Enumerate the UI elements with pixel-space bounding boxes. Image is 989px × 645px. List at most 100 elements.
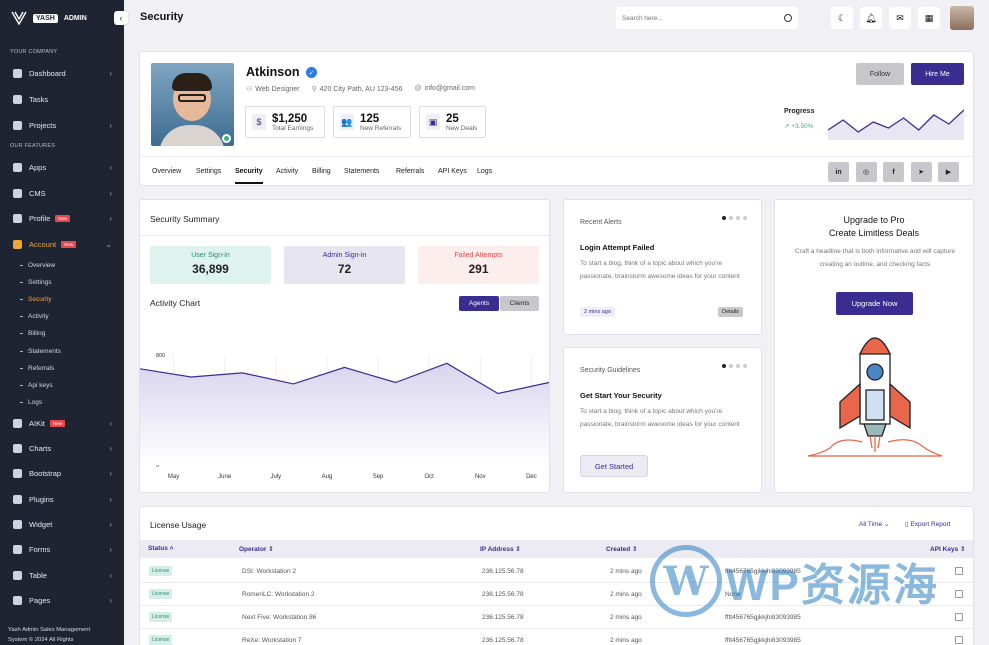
account-icon (13, 239, 22, 249)
telegram-icon[interactable]: ➤ (910, 162, 932, 182)
sort-icon: ⇕ (266, 546, 274, 553)
sidebar-subitem-billing[interactable]: Billing (20, 330, 45, 337)
follow-button[interactable]: Follow (856, 63, 904, 85)
column-header-status[interactable]: Status ˄ (148, 545, 173, 552)
sidebar-subitem-referrals[interactable]: Referrals (20, 365, 54, 372)
facebook-icon[interactable]: f (883, 162, 904, 182)
hire-me-button[interactable]: Hire Me (911, 63, 964, 85)
stat-label: New Deals (446, 124, 478, 132)
instagram-icon[interactable]: ◎ (855, 162, 877, 182)
sort-icon: ⇕ (513, 546, 521, 553)
calendar-icon[interactable]: ▦ (918, 7, 940, 29)
alert-title: Login Attempt Failed (580, 243, 655, 252)
sidebar-item-apps[interactable]: Apps › (0, 159, 124, 175)
column-header-operator[interactable]: Operator ⇕ (239, 545, 274, 553)
x-tick-label: June (218, 474, 232, 480)
sidebar-item-charts[interactable]: Charts › (0, 440, 124, 456)
sidebar: YASH ADMIN YOUR COMPANY OUR FEATURES Yas… (0, 0, 124, 645)
total-earnings-icon: $ (252, 114, 266, 130)
sidebar-subitem-statements[interactable]: Statements (20, 348, 61, 355)
summary-box-value: 36,899 (192, 262, 229, 276)
carousel-dots[interactable] (722, 364, 747, 368)
search-icon[interactable] (784, 14, 792, 22)
logo[interactable]: YASH ADMIN (11, 11, 87, 25)
sidebar-item-widget[interactable]: Widget › (0, 516, 124, 532)
x-tick-label: Sep (373, 474, 384, 480)
topbar: ‹ Security ☾ 🔔︎ ✉ ▦ (114, 0, 989, 38)
moon-icon[interactable]: ☾ (831, 7, 853, 29)
copy-icon[interactable] (955, 590, 963, 598)
sidebar-item-cms[interactable]: CMS › (0, 185, 124, 201)
tab-settings[interactable]: Settings (196, 168, 221, 175)
upgrade-body: Craft a headline that is both informativ… (794, 248, 956, 268)
copy-icon[interactable] (955, 613, 963, 621)
sidebar-subitem-overview[interactable]: Overview (20, 262, 55, 269)
bootstrap-icon (13, 468, 22, 478)
column-header-ip-address[interactable]: IP Address ⇕ (480, 545, 521, 553)
upgrade-now-button[interactable]: Upgrade Now (836, 292, 913, 315)
stat-new-deals: ▣ 25 New Deals (419, 106, 486, 138)
avatar[interactable] (950, 6, 974, 30)
filter-label: All Time (859, 521, 883, 528)
export-report-button[interactable]: ▯ Export Report (905, 520, 951, 528)
tab-billing[interactable]: Billing (312, 168, 331, 175)
profile-email[interactable]: @ info@gmail.com (415, 85, 475, 93)
license-badge: License (149, 566, 173, 576)
sidebar-subitem-security[interactable]: Security (20, 296, 51, 303)
sidebar-item-label: Bootstrap (29, 468, 62, 478)
sidebar-item-bootstrap[interactable]: Bootstrap › (0, 465, 124, 481)
license-badge: License (149, 635, 173, 645)
copy-icon[interactable] (955, 567, 963, 575)
sidebar-item-projects[interactable]: Projects › (0, 117, 124, 133)
carousel-dots[interactable] (722, 216, 747, 220)
sidebar-item-label: Profile (29, 213, 51, 223)
details-button[interactable]: Details (718, 307, 743, 317)
guidelines-title: Get Start Your Security (580, 391, 662, 400)
tab-activity[interactable]: Activity (276, 168, 298, 175)
search-bar[interactable] (616, 7, 798, 29)
sidebar-item-plugins[interactable]: Plugins › (0, 491, 124, 507)
sidebar-subitem-api-keys[interactable]: Api keys (20, 382, 53, 389)
watermark-text: WP资源海 (726, 561, 939, 610)
sidebar-item-dashboard[interactable]: Dashboard › (0, 65, 124, 81)
sidebar-subitem-activity[interactable]: Activity (20, 313, 49, 320)
search-input[interactable] (622, 14, 762, 22)
upgrade-title-line2: Create Limitless Deals (828, 228, 920, 238)
sidebar-item-table[interactable]: Table › (0, 567, 124, 583)
chart-icon (13, 443, 22, 453)
license-title: License Usage (150, 520, 207, 530)
sidebar-item-forms[interactable]: Forms › (0, 541, 124, 557)
tab-overview[interactable]: Overview (152, 168, 181, 175)
security-guidelines-card: Security Guidelines Get Start Your Secur… (563, 347, 762, 493)
get-started-button[interactable]: Get Started (580, 455, 648, 477)
new-deals-icon: ▣ (426, 114, 440, 130)
tab-referrals[interactable]: Referrals (396, 168, 424, 175)
tab-logs[interactable]: Logs (477, 168, 492, 175)
tab-api-keys[interactable]: API Keys (438, 168, 467, 175)
stat-text: $1,250 Total Earnings (272, 113, 313, 132)
tab-security[interactable]: Security (235, 168, 263, 184)
sidebar-item-account[interactable]: Account New ⌄ (0, 236, 124, 252)
tab-statements[interactable]: Statements (344, 168, 379, 175)
column-header-created[interactable]: Created ⇕ (606, 545, 637, 553)
linkedin-icon[interactable]: in (828, 162, 849, 182)
sidebar-subitem-settings[interactable]: Settings (20, 279, 52, 286)
agents-toggle-button[interactable]: Agents (459, 296, 499, 311)
sidebar-subitem-logs[interactable]: Logs (20, 399, 42, 406)
verified-icon: ✓ (306, 67, 317, 78)
time-filter-dropdown[interactable]: All Time ⌄ (859, 520, 889, 528)
sidebar-item-profile[interactable]: Profile New › (0, 210, 124, 226)
alerts-header: Recent Alerts (580, 219, 622, 226)
sidebar-item-aikit[interactable]: AIKit New › (0, 415, 124, 431)
sidebar-item-pages[interactable]: Pages › (0, 592, 124, 608)
recent-alerts-card: Recent Alerts Login Attempt Failed To st… (563, 199, 762, 335)
copy-icon[interactable] (955, 636, 963, 644)
table-row[interactable]: License ReXe: Workstation 7 236.125.56.78 2… (140, 629, 973, 645)
sidebar-item-tasks[interactable]: Tasks (0, 91, 124, 107)
youtube-icon[interactable]: ▶ (938, 162, 959, 182)
collapse-sidebar-button[interactable]: ‹ (114, 11, 128, 25)
clients-toggle-button[interactable]: Clients (500, 296, 539, 311)
section-title-features: OUR FEATURES (10, 143, 56, 149)
bell-icon[interactable]: 🔔︎ (860, 7, 882, 29)
mail-icon[interactable]: ✉ (889, 7, 911, 29)
